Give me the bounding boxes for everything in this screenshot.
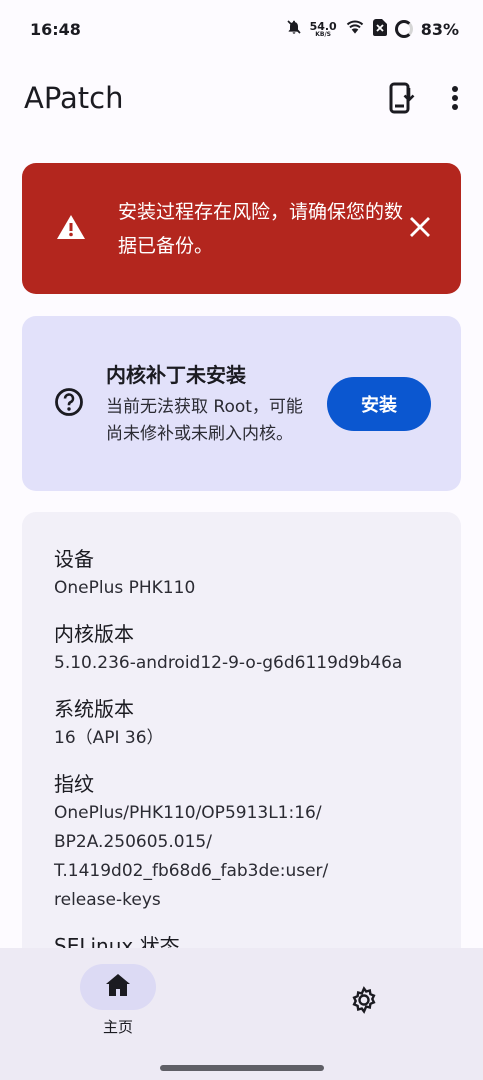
install-button[interactable]: 安装: [327, 376, 431, 431]
net-speed-value: 54.0: [309, 19, 337, 33]
info-item-fingerprint: 指纹 OnePlus/PHK110/OP5913L1:16/ BP2A.2506…: [54, 769, 429, 915]
close-icon[interactable]: [409, 216, 431, 242]
info-item-kernel-version: 内核版本 5.10.236-android12-9-o-g6d6119d9b46…: [54, 619, 429, 678]
warning-text: 安装过程存在风险，请确保您的数据已备份。: [118, 200, 404, 257]
info-label: 指纹: [54, 772, 94, 796]
install-icon[interactable]: [389, 82, 415, 114]
gesture-bar[interactable]: [160, 1065, 324, 1071]
info-label: 系统版本: [54, 697, 134, 721]
info-label: 设备: [54, 547, 94, 571]
nav-settings[interactable]: [340, 978, 388, 1026]
status-icons: 54.0 KB/S 83%: [286, 18, 459, 40]
battery-percent: 83%: [420, 19, 459, 39]
kernel-description: 当前无法获取 Root，可能尚未修补或未刷入内核。: [106, 397, 303, 444]
nav-home-pill[interactable]: [80, 964, 156, 1010]
warning-icon: [56, 214, 86, 244]
info-value: OnePlus PHK110: [54, 578, 196, 598]
more-vert-icon[interactable]: [451, 85, 459, 111]
no-sim-icon: [372, 18, 387, 40]
kernel-info: 内核补丁未安装 当前无法获取 Root，可能尚未修补或未刷入内核。: [106, 359, 314, 448]
info-value: 5.10.236-android12-9-o-g6d6119d9b46a: [54, 653, 403, 673]
status-bar: 16:48 54.0 KB/S 83%: [0, 0, 483, 58]
app-bar: APatch: [0, 70, 483, 126]
nav-home[interactable]: 主页: [80, 964, 156, 1037]
help-circle-icon: [54, 387, 84, 421]
info-value: 16（API 36）: [54, 728, 164, 748]
app-actions: [389, 82, 459, 114]
warning-card: 安装过程存在风险，请确保您的数据已备份。: [22, 163, 461, 294]
info-label: 内核版本: [54, 622, 134, 646]
nav-home-label: 主页: [102, 1018, 133, 1036]
kernel-status-card[interactable]: 内核补丁未安装 当前无法获取 Root，可能尚未修补或未刷入内核。 安装: [22, 316, 461, 491]
bell-off-icon: [286, 19, 302, 39]
info-item-system-version: 系统版本 16（API 36）: [54, 694, 429, 753]
app-title: APatch: [24, 81, 124, 115]
status-time: 16:48: [30, 19, 81, 39]
net-speed: 54.0 KB/S: [310, 21, 337, 38]
battery-ring-icon: [394, 20, 413, 38]
info-value: OnePlus/PHK110/OP5913L1:16/ BP2A.250605.…: [54, 803, 329, 910]
settings-icon: [350, 986, 378, 1018]
device-info-card: 设备 OnePlus PHK110 内核版本 5.10.236-android1…: [22, 512, 461, 992]
bottom-nav: 主页: [0, 948, 483, 1080]
kernel-title: 内核补丁未安装: [106, 363, 246, 387]
wifi-icon: [345, 19, 365, 39]
home-icon: [105, 973, 131, 1001]
info-item-device: 设备 OnePlus PHK110: [54, 544, 429, 603]
net-speed-unit: KB/S: [315, 30, 331, 38]
